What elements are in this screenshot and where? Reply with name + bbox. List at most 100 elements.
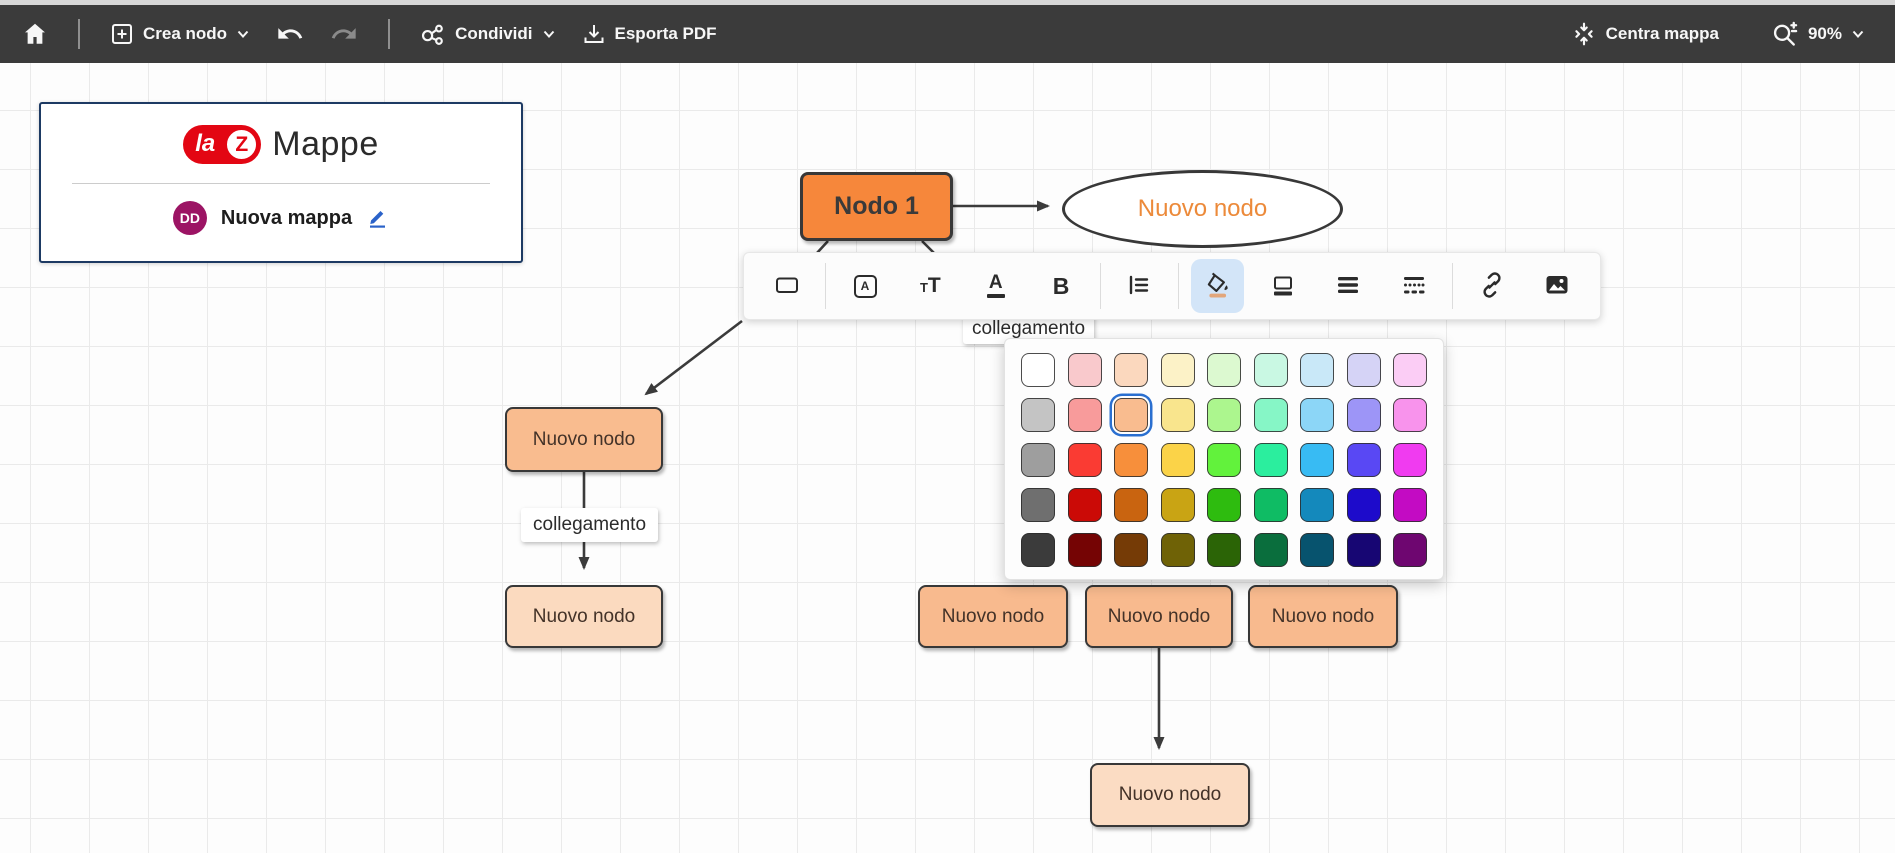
color-swatch[interactable]	[1021, 353, 1055, 387]
image-button[interactable]	[1531, 259, 1584, 313]
fill-color-button[interactable]	[1191, 259, 1245, 313]
color-swatch[interactable]	[1160, 488, 1195, 522]
border-style-button[interactable]	[1387, 259, 1440, 313]
node-left-bottom[interactable]: Nuovo nodo	[505, 585, 663, 648]
center-map-icon	[1571, 21, 1597, 47]
color-palette-popup	[1004, 338, 1444, 580]
color-swatch[interactable]	[1067, 398, 1102, 432]
crea-nodo-button[interactable]: Crea nodo	[102, 16, 258, 52]
color-swatch[interactable]	[1393, 533, 1427, 567]
format-divider	[1178, 263, 1180, 309]
color-swatch[interactable]	[1207, 443, 1241, 477]
color-swatch[interactable]	[1160, 533, 1195, 567]
pencil-icon	[365, 210, 389, 232]
text-background-icon: A	[853, 274, 877, 298]
esporta-pdf-label: Esporta PDF	[614, 24, 717, 43]
edge-label[interactable]: collegamento	[521, 508, 659, 542]
crea-nodo-label: Crea nodo	[143, 24, 228, 43]
color-swatch[interactable]	[1300, 443, 1334, 477]
bold-button[interactable]: B	[1034, 259, 1087, 313]
map-info-card: la Z Mappe DD Nuova mappa	[39, 102, 523, 263]
avatar: DD	[172, 201, 207, 235]
color-swatch[interactable]	[1300, 398, 1334, 432]
redo-button[interactable]	[322, 14, 366, 54]
node-root[interactable]: Nodo 1	[800, 172, 953, 241]
color-swatch[interactable]	[1114, 353, 1148, 387]
node-left-top[interactable]: Nuovo nodo	[505, 407, 663, 472]
border-width-icon	[1334, 271, 1362, 302]
color-swatch[interactable]	[1207, 353, 1241, 387]
shape-rect-icon	[773, 271, 801, 302]
border-color-button[interactable]	[1256, 259, 1309, 313]
card-divider	[72, 183, 490, 184]
color-swatch[interactable]	[1160, 443, 1195, 477]
color-swatch[interactable]	[1346, 533, 1381, 567]
home-icon	[22, 21, 48, 47]
color-swatch[interactable]	[1253, 353, 1288, 387]
color-swatch[interactable]	[1346, 398, 1381, 432]
color-swatch[interactable]	[1160, 353, 1195, 387]
color-swatch[interactable]	[1393, 443, 1427, 477]
node-mid-c[interactable]: Nuovo nodo	[1248, 585, 1398, 648]
color-swatch[interactable]	[1300, 488, 1334, 522]
color-swatch[interactable]	[1207, 398, 1241, 432]
app-toolbar: Crea nodo Condividi Esporta PDF Centra m…	[0, 5, 1895, 63]
color-swatch[interactable]	[1021, 533, 1055, 567]
shape-tool-button[interactable]	[760, 259, 813, 313]
color-swatch[interactable]	[1393, 398, 1427, 432]
map-title: Nuova mappa	[220, 206, 353, 229]
edit-title-button[interactable]	[365, 205, 389, 232]
color-swatch[interactable]	[1067, 533, 1102, 567]
zoom-control[interactable]: 90%	[1763, 14, 1873, 54]
color-swatch[interactable]	[1114, 398, 1148, 432]
color-swatch[interactable]	[1253, 488, 1288, 522]
color-swatch[interactable]	[1346, 353, 1381, 387]
color-swatch[interactable]	[1021, 488, 1055, 522]
color-swatch[interactable]	[1021, 398, 1055, 432]
link-icon	[1478, 271, 1506, 302]
undo-button[interactable]	[268, 14, 312, 54]
color-swatch[interactable]	[1067, 488, 1102, 522]
node-mid-a[interactable]: Nuovo nodo	[918, 585, 1068, 648]
condividi-button[interactable]: Condividi	[412, 15, 563, 53]
color-swatch[interactable]	[1300, 353, 1334, 387]
font-size-button[interactable]: TT	[904, 259, 957, 313]
color-swatch[interactable]	[1021, 443, 1055, 477]
centra-mappa-button[interactable]: Centra mappa	[1563, 15, 1727, 53]
text-color-button[interactable]: A	[969, 259, 1022, 313]
home-button[interactable]	[14, 15, 56, 53]
color-swatch[interactable]	[1253, 443, 1288, 477]
toolbar-divider	[388, 19, 391, 49]
color-swatch[interactable]	[1067, 353, 1102, 387]
color-swatch[interactable]	[1393, 488, 1427, 522]
align-button[interactable]	[1113, 259, 1166, 313]
color-swatch[interactable]	[1346, 443, 1381, 477]
text-background-button[interactable]: A	[838, 259, 891, 313]
color-swatch[interactable]	[1253, 533, 1288, 567]
node-mid-b[interactable]: Nuovo nodo	[1085, 585, 1233, 648]
color-swatch[interactable]	[1114, 533, 1148, 567]
color-swatch[interactable]	[1114, 488, 1148, 522]
toolbar-divider	[78, 19, 80, 49]
node-ellipse[interactable]: Nuovo nodo	[1062, 170, 1343, 248]
color-swatch[interactable]	[1300, 533, 1334, 567]
color-swatch[interactable]	[1393, 353, 1427, 387]
link-button[interactable]	[1465, 259, 1518, 313]
color-swatch[interactable]	[1253, 398, 1288, 432]
esporta-pdf-button[interactable]: Esporta PDF	[574, 16, 725, 52]
zoom-level: 90%	[1807, 24, 1842, 43]
color-swatch[interactable]	[1346, 488, 1381, 522]
node-bottom[interactable]: Nuovo nodo	[1090, 763, 1250, 827]
paint-bucket-icon	[1204, 271, 1232, 302]
redo-icon	[330, 20, 358, 48]
font-size-icon: TT	[919, 274, 941, 297]
color-swatch[interactable]	[1114, 443, 1148, 477]
color-swatch[interactable]	[1067, 443, 1102, 477]
color-swatch[interactable]	[1160, 398, 1195, 432]
color-swatch[interactable]	[1207, 533, 1241, 567]
image-icon	[1543, 271, 1571, 302]
border-width-button[interactable]	[1322, 259, 1375, 313]
border-style-icon	[1400, 271, 1428, 302]
color-swatch[interactable]	[1207, 488, 1241, 522]
condividi-label: Condividi	[455, 24, 533, 43]
